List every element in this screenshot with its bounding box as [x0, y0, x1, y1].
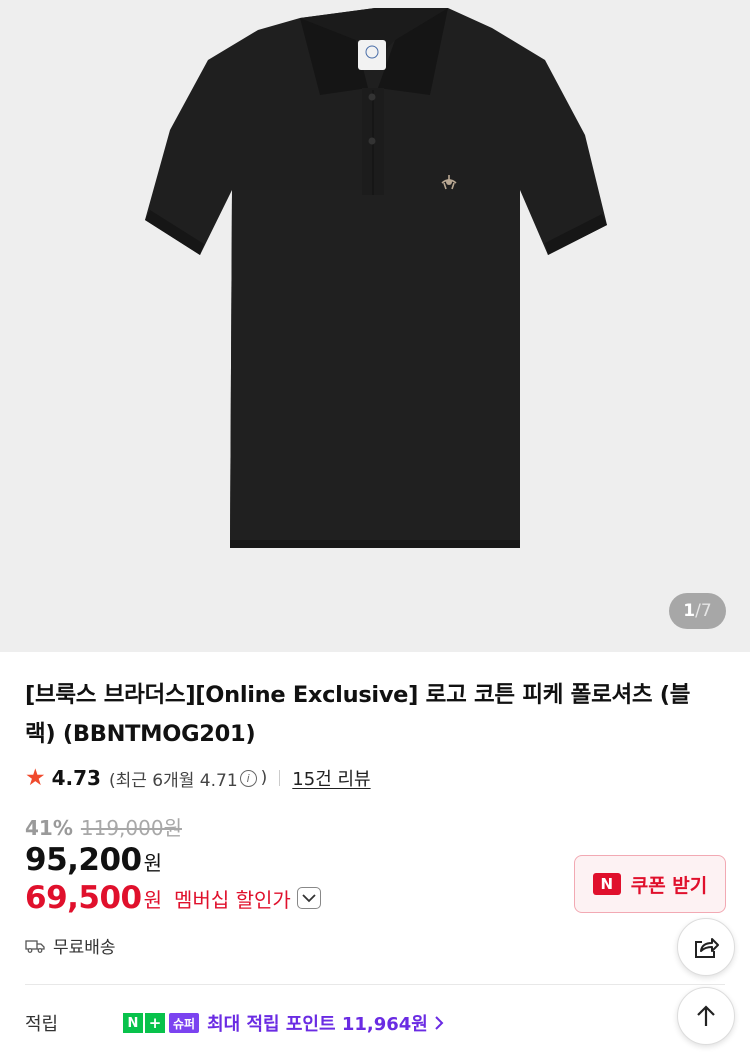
recent-rating-prefix: (최근 6개월 4.71	[108, 770, 238, 791]
member-price-unit: 원	[143, 887, 163, 912]
product-title: [브룩스 브라더스][Online Exclusive] 로고 코튼 피케 폴로…	[25, 682, 691, 747]
sale-price-unit: 원	[143, 851, 163, 875]
share-icon	[695, 938, 719, 958]
original-price: 119,000원	[80, 816, 182, 840]
discount-row: 41% 119,000원	[25, 812, 182, 841]
naver-pay-badge: N	[123, 1013, 143, 1033]
naver-coupon-icon: N	[592, 873, 621, 895]
member-price-label: 멤버십 할인가	[174, 887, 291, 912]
polo-shirt-image	[145, 8, 607, 548]
shipping-row: 무료배송	[25, 933, 116, 958]
shipping-label: 무료배송	[53, 938, 116, 958]
share-button[interactable]	[677, 918, 735, 976]
chevron-down-icon[interactable]	[296, 887, 321, 909]
super-badge: 슈퍼	[169, 1013, 200, 1033]
star-icon: ★	[25, 764, 46, 791]
info-icon[interactable]: i	[239, 769, 257, 787]
sale-price: 95,200	[25, 842, 142, 878]
product-image-gallery[interactable]: 1/7	[0, 0, 750, 652]
review-count-link[interactable]: 15건 리뷰	[292, 765, 370, 791]
scroll-top-button[interactable]	[677, 987, 735, 1045]
points-label: 적립	[25, 1014, 59, 1035]
points-row: 적립 N + 슈퍼 최대 적립 포인트 11,964원	[25, 1010, 444, 1036]
naver-plus-badge: +	[145, 1013, 165, 1033]
sale-price-row: 95,200 원	[25, 842, 162, 878]
member-price: 69,500	[25, 880, 142, 916]
coupon-button[interactable]: N 쿠폰 받기	[574, 855, 726, 913]
image-counter-total: 7	[700, 601, 712, 621]
max-points-link[interactable]: 최대 적립 포인트 11,964원	[207, 1010, 428, 1036]
member-price-row: 69,500 원 멤버십 할인가	[25, 880, 321, 916]
discount-rate: 41%	[25, 816, 73, 840]
rating-score: 4.73	[51, 766, 101, 790]
divider	[279, 770, 281, 786]
image-counter: 1/7	[669, 593, 726, 629]
truck-icon	[25, 939, 45, 953]
recent-rating-suffix: )	[260, 768, 268, 788]
recent-rating: (최근 6개월 4.71 i )	[109, 766, 267, 791]
arrow-up-icon	[697, 1005, 715, 1026]
coupon-button-label: 쿠폰 받기	[630, 874, 708, 897]
section-divider	[25, 984, 725, 985]
image-counter-current: 1	[683, 601, 696, 621]
chevron-right-icon[interactable]	[434, 1015, 444, 1031]
rating-row: ★ 4.73 (최근 6개월 4.71 i ) 15건 리뷰	[25, 764, 371, 792]
